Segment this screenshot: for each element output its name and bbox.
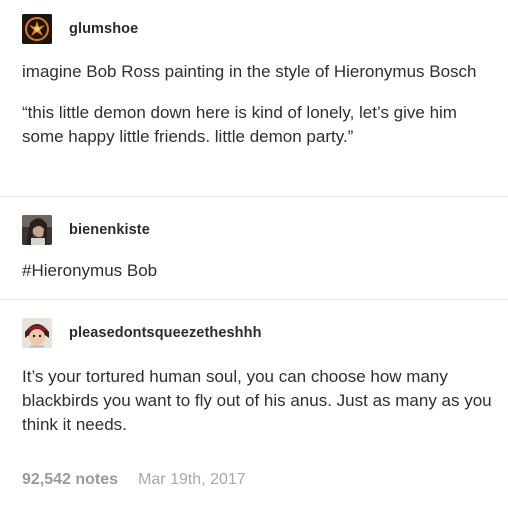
post-pleasedontsqueezetheshhh: pleasedontsqueezetheshhh It’s your tortu… xyxy=(0,300,508,460)
post-glumshoe: glumshoe imagine Bob Ross painting in th… xyxy=(0,0,508,196)
post-footer: 92,542 notes Mar 19th, 2017 xyxy=(22,471,246,489)
avatar[interactable] xyxy=(22,318,52,348)
post-paragraph: “this little demon down here is kind of … xyxy=(22,103,457,146)
notes-count-link[interactable]: 92,542 notes xyxy=(22,471,118,489)
post-bienenkiste: bienenkiste #Hieronymus Bob xyxy=(0,197,508,299)
avatar[interactable] xyxy=(22,215,52,245)
post-body: imagine Bob Ross painting in the style o… xyxy=(22,60,492,149)
post-body: It’s your tortured human soul, you can c… xyxy=(22,365,492,437)
phoenix-emblem-icon xyxy=(22,14,52,44)
avatar[interactable] xyxy=(22,14,52,44)
profile-photo-icon xyxy=(22,215,52,245)
profile-photo-icon xyxy=(22,318,52,348)
post-header: glumshoe xyxy=(22,13,138,45)
post-header: bienenkiste xyxy=(22,214,150,246)
post-date: Mar 19th, 2017 xyxy=(138,471,246,488)
username-link[interactable]: pleasedontsqueezetheshhh xyxy=(69,325,262,341)
post-paragraph: imagine Bob Ross painting in the style o… xyxy=(22,62,477,81)
post-tag: #Hieronymus Bob xyxy=(22,261,158,280)
post-paragraph: It’s your tortured human soul, you can c… xyxy=(22,367,492,434)
post-body: #Hieronymus Bob xyxy=(22,259,492,283)
username-link[interactable]: bienenkiste xyxy=(69,222,150,238)
post-header: pleasedontsqueezetheshhh xyxy=(22,317,262,349)
username-link[interactable]: glumshoe xyxy=(69,21,138,37)
